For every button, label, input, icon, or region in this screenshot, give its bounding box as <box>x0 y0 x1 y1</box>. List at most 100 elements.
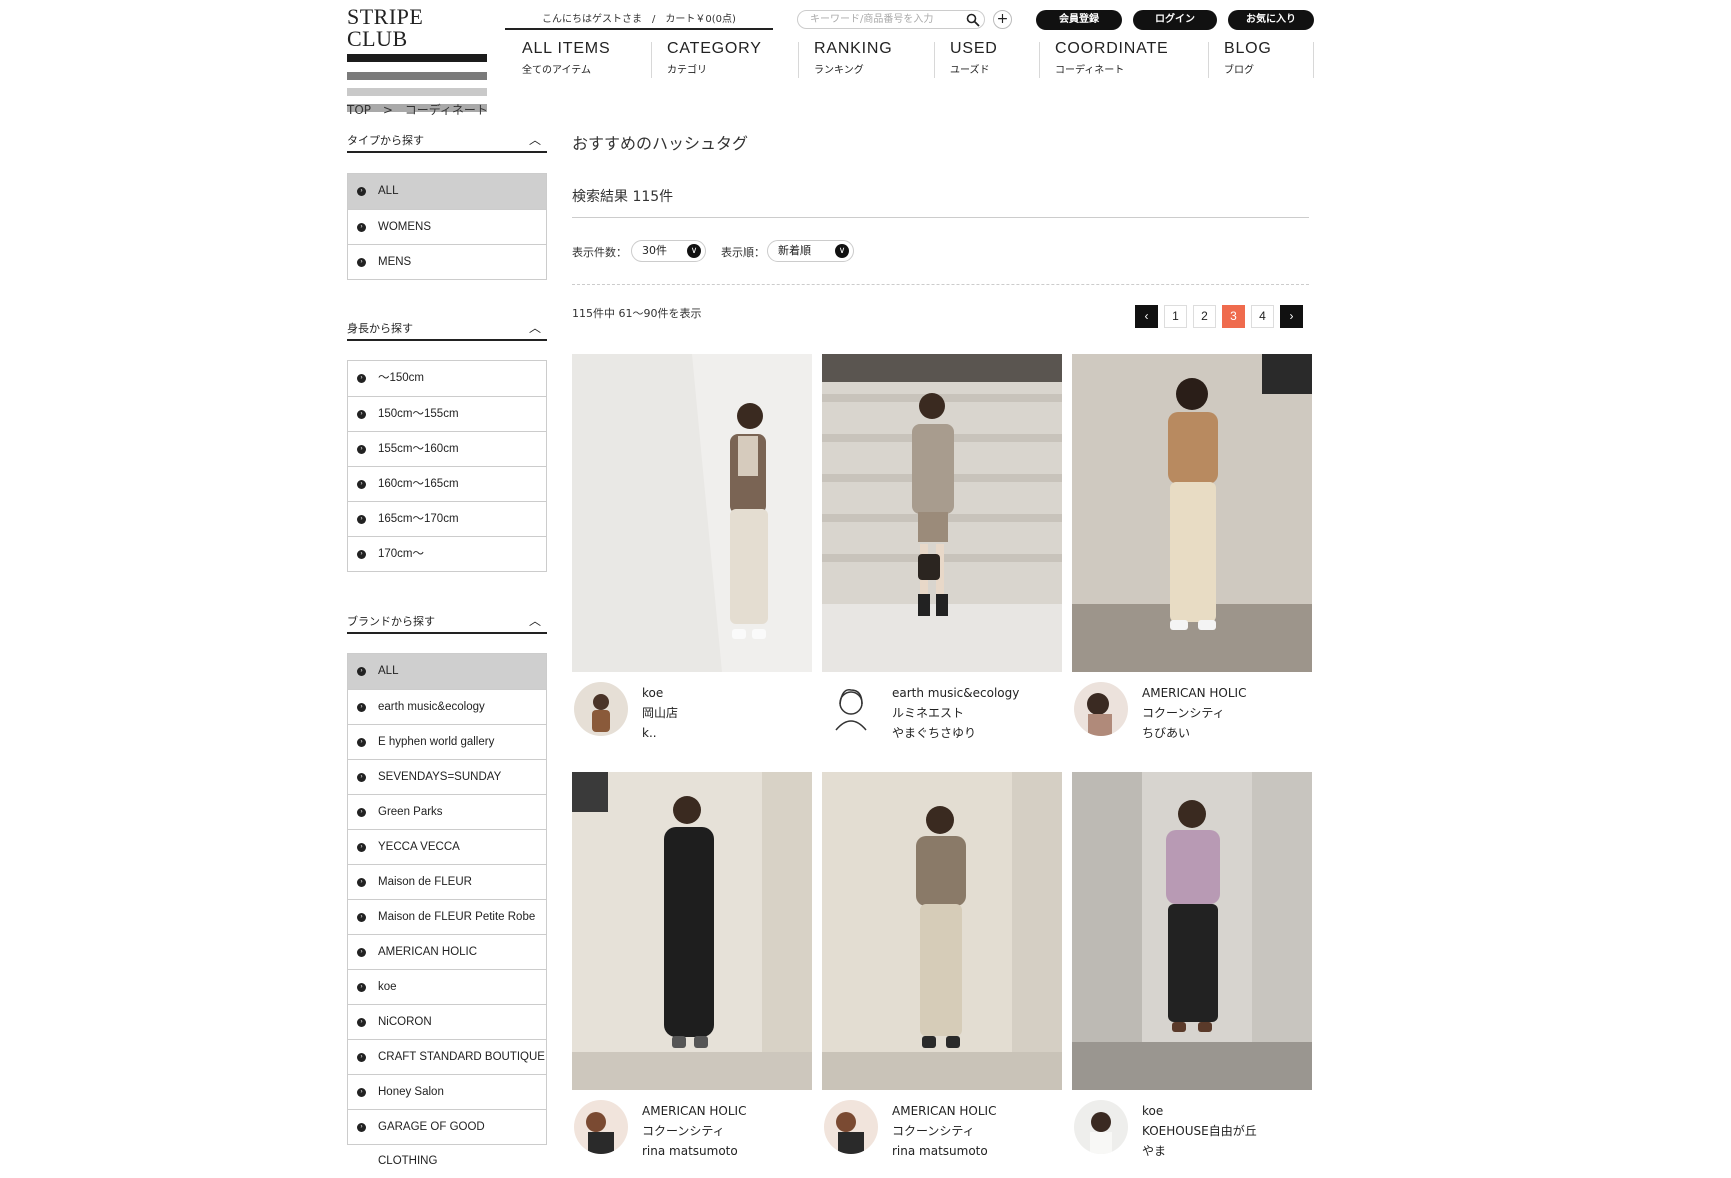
arrow-icon: › <box>357 667 366 676</box>
filter-brand-all[interactable]: › ALL <box>348 654 546 689</box>
nav-sublabel: ブログ <box>1224 65 1254 76</box>
filter-brand-header[interactable]: ブランドから探す ︿ <box>347 613 547 634</box>
card-staff[interactable]: ちびあい <box>1142 723 1246 743</box>
filter-height-header[interactable]: 身長から探す ︿ <box>347 320 547 341</box>
filter-brand-item[interactable]: › YECCA VECCA <box>348 829 546 864</box>
filter-brand-item[interactable]: › AMERICAN HOLIC <box>348 934 546 969</box>
coordinate-photo[interactable] <box>572 772 812 1090</box>
filter-brand-item[interactable]: › koe <box>348 969 546 1004</box>
divider <box>572 217 1309 218</box>
nav-category[interactable]: CATEGORY カテゴリ <box>667 40 762 78</box>
coordinate-photo[interactable] <box>1072 772 1312 1090</box>
filter-label: ALL <box>378 185 399 197</box>
favorites-button[interactable]: お気に入り <box>1228 10 1314 30</box>
staff-avatar[interactable] <box>1074 682 1128 736</box>
nav-divider <box>651 42 652 78</box>
coordinate-photo[interactable] <box>822 772 1062 1090</box>
arrow-icon: › <box>357 1018 366 1027</box>
nav-sublabel: ユーズド <box>950 65 990 76</box>
filter-brand-item[interactable]: › SEVENDAYS=SUNDAY <box>348 759 546 794</box>
card-brand[interactable]: AMERICAN HOLIC <box>892 1101 996 1121</box>
prev-page-button[interactable]: ‹ <box>1135 305 1158 328</box>
register-button[interactable]: 会員登録 <box>1036 10 1122 30</box>
filter-type-womens[interactable]: › WOMENS <box>348 209 546 244</box>
card-staff[interactable]: rina matsumoto <box>642 1141 746 1161</box>
filter-brand-item[interactable]: › Green Parks <box>348 794 546 829</box>
filter-label: Honey Salon <box>378 1086 444 1098</box>
per-page-label: 表示件数： <box>572 246 627 259</box>
add-icon[interactable]: + <box>993 10 1012 29</box>
logo-stripe <box>347 72 487 80</box>
page-button[interactable]: 1 <box>1164 305 1187 328</box>
chevron-up-icon[interactable]: ︿ <box>529 131 541 148</box>
card-staff[interactable]: やま <box>1142 1141 1257 1161</box>
search-icon[interactable] <box>966 12 980 31</box>
login-button[interactable]: ログイン <box>1133 10 1217 30</box>
filter-height-item[interactable]: › 〜150cm <box>348 361 546 396</box>
logo[interactable]: STRIPE CLUB <box>347 6 487 112</box>
nav-divider <box>1313 42 1314 78</box>
filter-brand-item[interactable]: › Honey Salon <box>348 1074 546 1109</box>
coordinate-photo[interactable] <box>822 354 1062 672</box>
card-brand[interactable]: AMERICAN HOLIC <box>642 1101 746 1121</box>
card-brand[interactable]: earth music&ecology <box>892 683 1019 703</box>
filter-brand-item[interactable]: › Maison de FLEUR <box>348 864 546 899</box>
filter-height-item[interactable]: › 160cm〜165cm <box>348 466 546 501</box>
nav-coordinate[interactable]: COORDINATE コーディネート <box>1055 40 1168 78</box>
staff-avatar[interactable] <box>574 1100 628 1154</box>
breadcrumb-top[interactable]: TOP <box>347 103 371 117</box>
nav-all-items[interactable]: ALL ITEMS 全てのアイテム <box>522 40 610 78</box>
card-staff[interactable]: rina matsumoto <box>892 1141 996 1161</box>
filter-brand-item[interactable]: › E hyphen world gallery <box>348 724 546 759</box>
filter-type-mens[interactable]: › MENS <box>348 244 546 279</box>
arrow-icon: › <box>357 773 366 782</box>
card-staff[interactable]: k.. <box>642 723 678 743</box>
card-info: AMERICAN HOLIC コクーンシティ ちびあい <box>1142 683 1246 743</box>
per-page-select[interactable]: 30件 ∨ <box>631 240 706 262</box>
card-info: AMERICAN HOLIC コクーンシティ rina matsumoto <box>892 1101 996 1161</box>
filter-height-item[interactable]: › 165cm〜170cm <box>348 501 546 536</box>
filter-height-list: › 〜150cm › 150cm〜155cm › 155cm〜160cm › 160cm… <box>347 360 547 572</box>
staff-avatar[interactable] <box>824 682 878 736</box>
nav-label: RANKING <box>814 40 893 57</box>
filter-label: Green Parks <box>378 806 443 818</box>
staff-avatar[interactable] <box>574 682 628 736</box>
card-shop: 岡山店 <box>642 706 679 720</box>
arrow-icon: › <box>357 410 366 419</box>
arrow-icon: › <box>357 374 366 383</box>
filter-height-item[interactable]: › 155cm〜160cm <box>348 431 546 466</box>
filter-label: SEVENDAYS=SUNDAY <box>378 771 502 783</box>
filter-brand-item[interactable]: › NiCORON <box>348 1004 546 1039</box>
filter-type-all[interactable]: › ALL <box>348 174 546 209</box>
coordinate-photo[interactable] <box>572 354 812 672</box>
filter-type-header[interactable]: タイプから探す ︿ <box>347 132 547 153</box>
sort-select[interactable]: 新着順 ∨ <box>767 240 854 262</box>
nav-used[interactable]: USED ユーズド <box>950 40 998 78</box>
page-button[interactable]: 2 <box>1193 305 1216 328</box>
greeting-cart[interactable]: こんにちはゲストさま / カート￥0(0点) <box>505 10 773 30</box>
logo-text: STRIPE CLUB <box>347 4 424 51</box>
filter-height-item[interactable]: › 150cm〜155cm <box>348 396 546 431</box>
filter-height-item[interactable]: › 170cm〜 <box>348 536 546 571</box>
filter-brand-item[interactable]: › CRAFT STANDARD BOUTIQUE <box>348 1039 546 1074</box>
card-brand[interactable]: AMERICAN HOLIC <box>1142 683 1246 703</box>
next-page-button[interactable]: › <box>1280 305 1303 328</box>
coordinate-photo[interactable] <box>1072 354 1312 672</box>
staff-avatar[interactable] <box>824 1100 878 1154</box>
chevron-up-icon[interactable]: ︿ <box>529 612 541 629</box>
filter-brand-item[interactable]: › earth music&ecology <box>348 689 546 724</box>
nav-ranking[interactable]: RANKING ランキング <box>814 40 893 78</box>
card-staff[interactable]: やまぐちさゆり <box>892 723 1019 743</box>
staff-avatar[interactable] <box>1074 1100 1128 1154</box>
card-brand[interactable]: koe <box>642 683 678 703</box>
chevron-up-icon[interactable]: ︿ <box>529 319 541 336</box>
filter-brand-item[interactable]: › Maison de FLEUR Petite Robe <box>348 899 546 934</box>
nav-blog[interactable]: BLOG ブログ <box>1224 40 1272 78</box>
current-page-button[interactable]: 3 <box>1222 305 1245 328</box>
arrow-icon: › <box>357 738 366 747</box>
filter-brand-item[interactable]: › GARAGE OF GOOD CLOTHING <box>348 1109 546 1167</box>
search-input[interactable]: キーワード/商品番号を入力 <box>797 10 985 29</box>
filter-height-title: 身長から探す <box>347 322 413 335</box>
card-brand[interactable]: koe <box>1142 1101 1257 1121</box>
page-button[interactable]: 4 <box>1251 305 1274 328</box>
